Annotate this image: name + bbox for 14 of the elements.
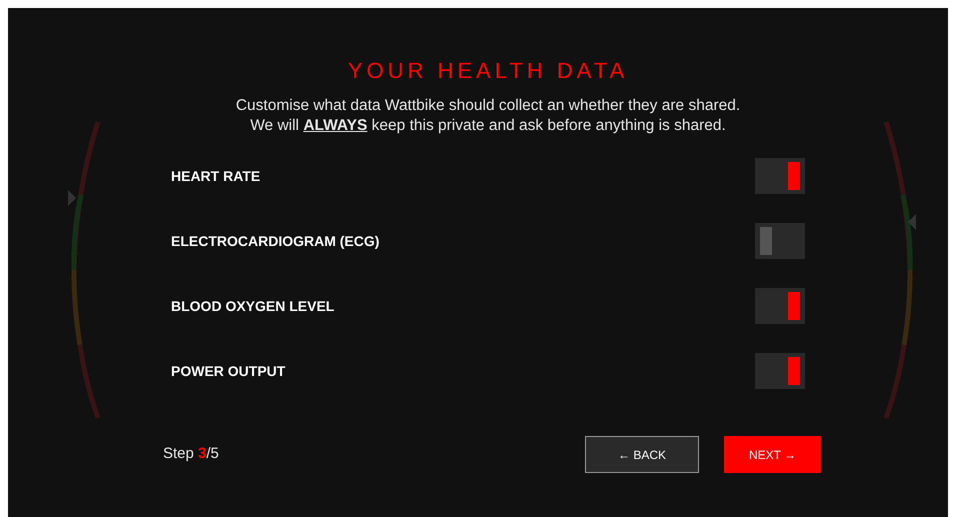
toggle-switch[interactable] — [755, 353, 805, 389]
setting-label: ELECTROCARDIOGRAM (ECG) — [171, 232, 380, 251]
setting-label: POWER OUTPUT — [171, 362, 286, 380]
back-button[interactable]: ← BACK — [585, 436, 699, 473]
toggle-switch[interactable] — [755, 158, 805, 194]
next-button[interactable]: NEXT → — [724, 436, 821, 473]
intro-text: Customise what data Wattbike should collect an whether they are shared. — [236, 96, 740, 116]
toggle-switch[interactable] — [755, 288, 805, 324]
intro-text: We will ALWAYS keep this private and ask before anything is shared. — [250, 116, 726, 136]
step-indicator: Step 3/5 — [163, 444, 219, 464]
setting-label: BLOOD OXYGEN LEVEL — [171, 296, 334, 316]
setting-label: HEART RATE — [171, 166, 260, 186]
toggle-switch[interactable] — [755, 223, 805, 259]
dialog-title: YOUR HEALTH DATA — [348, 60, 628, 82]
